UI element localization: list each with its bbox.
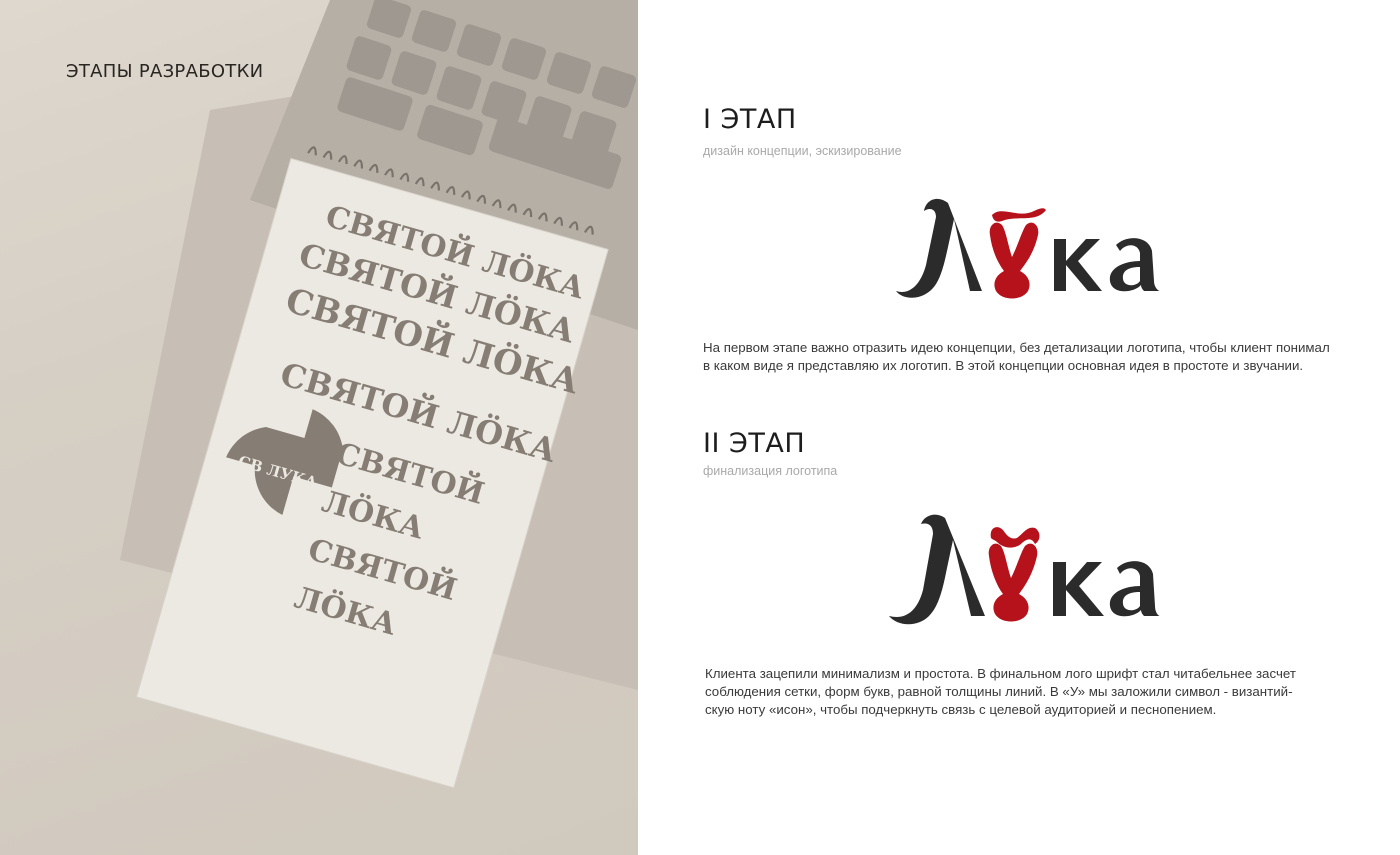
logo-letter-k	[1053, 562, 1104, 616]
logo-letter-u	[988, 543, 1038, 622]
description-line: скую ноту «исон», чтобы подчеркнуть связ…	[705, 702, 1217, 717]
logo-letter-a	[1109, 238, 1160, 292]
description-line: На первом этапе важно отразить идею конц…	[703, 340, 1330, 355]
logo-final	[889, 514, 1160, 625]
logo-letter-l	[896, 198, 982, 298]
logo-concept	[896, 198, 1160, 299]
sketch-photo: СВЯТОЙ ЛӦКА СВЯТОЙ ЛӦКА СВЯТОЙ ЛӦКА СВЯТ…	[0, 0, 638, 855]
stage-1-title: I ЭТАП	[703, 104, 797, 135]
photo-illustration: СВЯТОЙ ЛӦКА СВЯТОЙ ЛӦКА СВЯТОЙ ЛӦКА СВЯТ…	[0, 0, 638, 855]
stage-2-description: Клиента зацепили минимализм и простота. …	[705, 665, 1345, 719]
description-line: в каком виде я представляю их логотип. В…	[703, 358, 1304, 373]
logo-letter-u	[989, 222, 1039, 299]
logo-letter-a	[1109, 561, 1160, 617]
stage-1-description: На первом этапе важно отразить идею конц…	[703, 339, 1343, 375]
stage-1-subtitle: дизайн концепции, эскизирование	[703, 144, 902, 158]
section-title: ЭТАПЫ РАЗРАБОТКИ	[66, 61, 264, 82]
ison-mark-icon	[992, 208, 1046, 222]
logo-letter-k	[1054, 239, 1102, 291]
stage-2-subtitle: финализация логотипа	[703, 464, 838, 478]
logo-letter-l	[889, 514, 985, 625]
stage-2-title: II ЭТАП	[703, 428, 806, 459]
description-line: соблюдения сетки, форм букв, равной толщ…	[705, 684, 1293, 699]
description-line: Клиента зацепили минимализм и простота. …	[705, 666, 1296, 681]
